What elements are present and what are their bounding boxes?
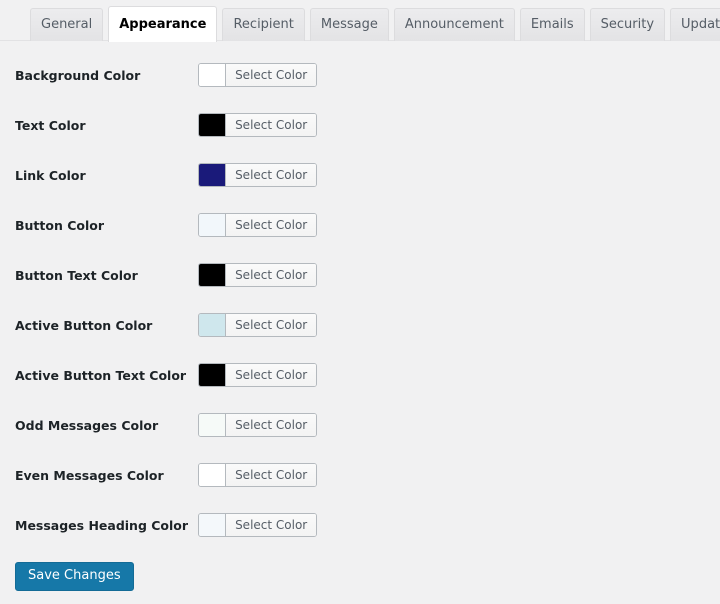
appearance-settings-form: Background Color Select Color Text Color Se… [0,50,720,591]
setting-row-active-button-color: Active Button Color Select Color [0,300,720,350]
label-text-color: Text Color [15,117,86,133]
save-changes-button[interactable]: Save Changes [15,562,134,591]
color-picker-active-button-text-color[interactable]: Select Color [198,363,318,387]
select-color-button-active-button-text-color[interactable]: Select Color [226,364,317,386]
color-picker-odd-messages-color[interactable]: Select Color [198,413,318,437]
field-text-color: Select Color [198,100,720,150]
color-swatch-link-color[interactable] [199,164,227,186]
field-background-color: Select Color [198,50,720,100]
field-active-button-color: Select Color [198,300,720,350]
setting-row-messages-heading-color: Messages Heading Color Select Color [0,500,720,550]
color-picker-text-color[interactable]: Select Color [198,113,318,137]
setting-row-link-color: Link Color Select Color [0,150,720,200]
field-button-color: Select Color [198,200,720,250]
field-active-button-text-color: Select Color [198,350,720,400]
label-active-button-text-color: Active Button Text Color [15,367,187,383]
select-color-button-background-color[interactable]: Select Color [226,64,317,86]
select-color-button-active-button-color[interactable]: Select Color [226,314,317,336]
field-odd-messages-color: Select Color [198,400,720,450]
label-odd-messages-color: Odd Messages Color [15,417,159,433]
field-even-messages-color: Select Color [198,450,720,500]
select-color-button-link-color[interactable]: Select Color [226,164,317,186]
label-button-text-color: Button Text Color [15,267,138,283]
tab-recipient[interactable]: Recipient [222,8,305,41]
appearance-color-settings-table: Background Color Select Color Text Color Se… [0,50,720,550]
setting-row-even-messages-color: Even Messages Color Select Color [0,450,720,500]
label-even-messages-color: Even Messages Color [15,467,164,483]
color-swatch-text-color[interactable] [199,114,227,136]
color-picker-link-color[interactable]: Select Color [198,163,318,187]
color-swatch-messages-heading-color[interactable] [199,514,227,536]
color-picker-background-color[interactable]: Select Color [198,63,318,87]
select-color-button-messages-heading-color[interactable]: Select Color [226,514,317,536]
label-active-button-color: Active Button Color [15,317,153,333]
tab-announcement[interactable]: Announcement [393,8,515,41]
label-background-color: Background Color [15,67,141,83]
setting-row-button-color: Button Color Select Color [0,200,720,250]
setting-row-active-button-text-color: Active Button Text Color Select Color [0,350,720,400]
select-color-button-button-text-color[interactable]: Select Color [226,264,317,286]
color-swatch-even-messages-color[interactable] [199,464,227,486]
setting-row-background-color: Background Color Select Color [0,50,720,100]
submit-row: Save Changes [0,550,720,591]
select-color-button-even-messages-color[interactable]: Select Color [226,464,317,486]
label-link-color: Link Color [15,167,86,183]
tab-update[interactable]: Update [670,8,720,41]
color-swatch-odd-messages-color[interactable] [199,414,227,436]
field-button-text-color: Select Color [198,250,720,300]
color-picker-button-text-color[interactable]: Select Color [198,263,318,287]
color-swatch-button-text-color[interactable] [199,264,227,286]
color-picker-active-button-color[interactable]: Select Color [198,313,318,337]
select-color-button-text-color[interactable]: Select Color [226,114,317,136]
tab-general[interactable]: General [30,8,104,41]
color-swatch-button-color[interactable] [199,214,227,236]
tab-appearance[interactable]: Appearance [108,6,218,42]
label-button-color: Button Color [15,217,105,233]
setting-row-button-text-color: Button Text Color Select Color [0,250,720,300]
color-picker-messages-heading-color[interactable]: Select Color [198,513,318,537]
color-swatch-background-color[interactable] [199,64,227,86]
color-picker-button-color[interactable]: Select Color [198,213,318,237]
tab-security[interactable]: Security [589,8,666,41]
color-swatch-active-button-color[interactable] [199,314,227,336]
settings-tab-bar-container: General Appearance Recipient Message Announc… [0,0,720,42]
field-link-color: Select Color [198,150,720,200]
setting-row-odd-messages-color: Odd Messages Color Select Color [0,400,720,450]
setting-row-text-color: Text Color Select Color [0,100,720,150]
settings-tab-bar: General Appearance Recipient Message Announc… [30,0,720,42]
color-picker-even-messages-color[interactable]: Select Color [198,463,318,487]
label-messages-heading-color: Messages Heading Color [15,517,189,533]
select-color-button-button-color[interactable]: Select Color [226,214,317,236]
tab-emails[interactable]: Emails [519,8,585,41]
field-messages-heading-color: Select Color [198,500,720,550]
select-color-button-odd-messages-color[interactable]: Select Color [226,414,317,436]
tab-message[interactable]: Message [309,8,389,41]
color-swatch-active-button-text-color[interactable] [199,364,227,386]
